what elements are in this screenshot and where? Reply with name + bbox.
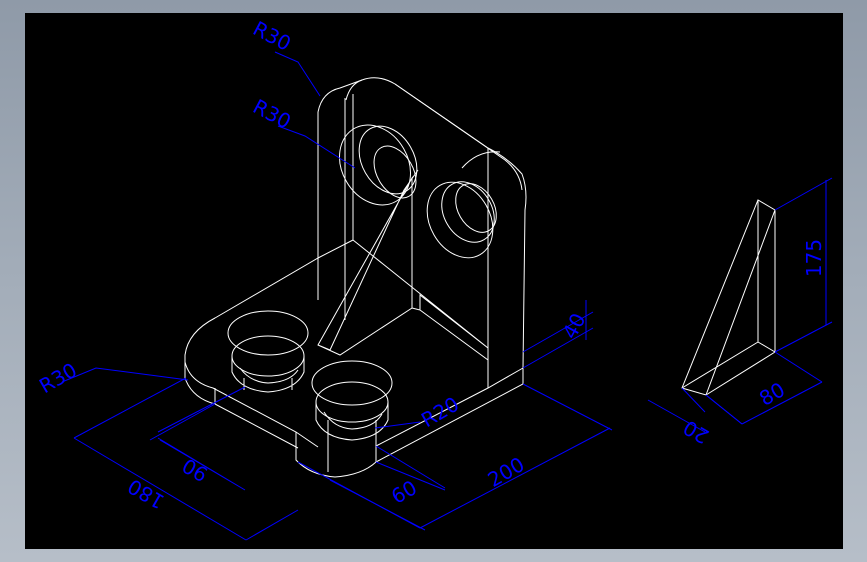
gusset-detail — [681, 199, 776, 396]
right-hole-front — [426, 181, 494, 259]
drawing-viewport[interactable]: R30 R30 R30 R20 40 90 180 60 200 175 80 … — [25, 13, 843, 549]
label-175: 175 — [802, 239, 826, 277]
base-plate-top — [184, 257, 524, 478]
vertical-plate-inner — [345, 79, 523, 191]
upper-hole-inner — [373, 145, 417, 199]
label-200: 200 — [483, 452, 528, 492]
label-180: 180 — [123, 474, 168, 514]
base-hole-right-top — [311, 360, 393, 406]
bracket-wireframe — [184, 77, 527, 478]
gusset-detail-outline — [681, 199, 776, 396]
dimension-labels: R30 R30 R30 R20 40 90 180 60 200 175 80 … — [35, 16, 826, 514]
label-r30-top: R30 — [249, 16, 295, 56]
leader-r30-hole — [277, 125, 356, 169]
dimension-lines — [61, 51, 833, 541]
upper-hole-front — [339, 124, 411, 206]
base-hole-left-bore — [231, 335, 305, 377]
label-r30-hole: R30 — [249, 94, 295, 134]
base-hole-left-walls — [231, 356, 305, 393]
isometric-drawing: R30 R30 R30 R20 40 90 180 60 200 175 80 … — [35, 16, 833, 541]
label-r20: R20 — [417, 392, 463, 432]
label-60: 60 — [387, 475, 421, 509]
dim-180-lines — [73, 377, 299, 541]
label-90: 90 — [178, 453, 212, 487]
label-80: 80 — [755, 377, 789, 411]
leader-r30-top — [274, 51, 321, 97]
leader-r30-base — [61, 367, 189, 383]
base-hole-left-top — [227, 310, 309, 356]
label-r30-base: R30 — [35, 358, 81, 398]
